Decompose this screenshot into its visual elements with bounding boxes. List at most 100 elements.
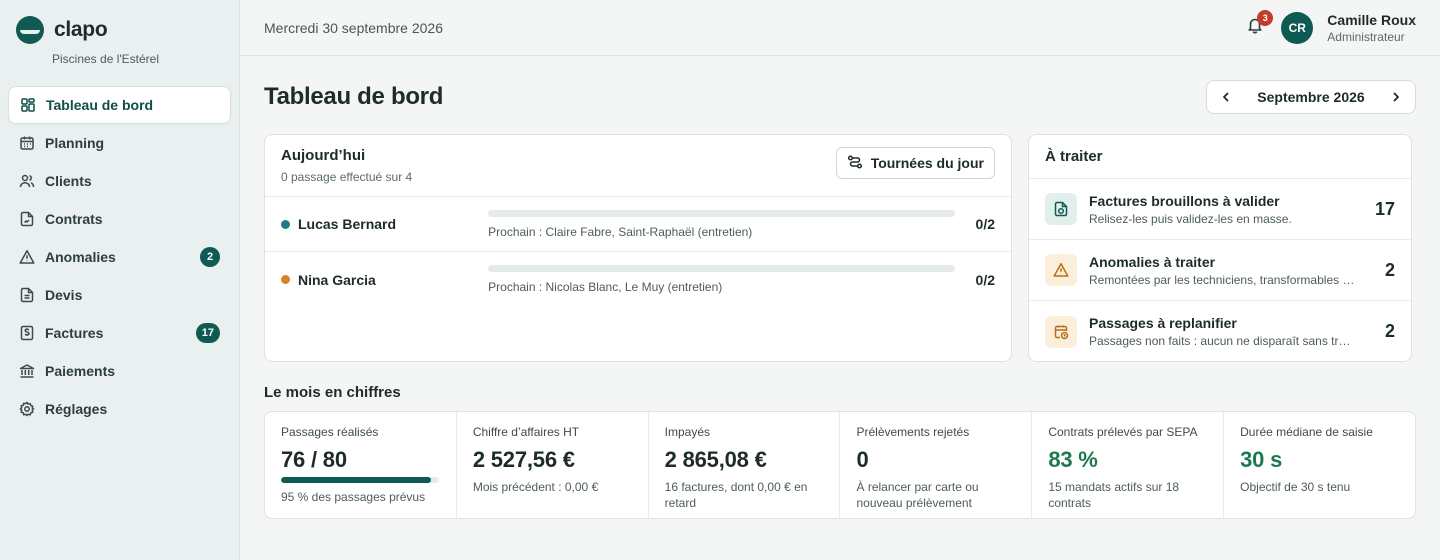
kpi-subtext: 16 factures, dont 0,00 € en retard — [664, 480, 808, 510]
sidebar-item-devis[interactable]: Devis — [8, 276, 231, 314]
notifications-button[interactable]: 3 — [1243, 9, 1274, 40]
technician-name: Nina Garcia — [298, 271, 376, 288]
anomalies-count-badge: 2 — [200, 247, 220, 267]
today-title: Aujourd’hui — [281, 147, 366, 164]
sidebar: clapo Piscines de l'Estérel Tableau de b… — [0, 0, 240, 560]
kpi-value: 0 — [856, 447, 869, 472]
todo-item-count: 2 — [1384, 321, 1395, 341]
todo-item-title: Passages à replanifier — [1089, 315, 1237, 331]
sidebar-item-paiements[interactable]: Paiements — [8, 352, 231, 390]
kpi-label: Contrats prélevés par SEPA — [1048, 425, 1198, 439]
kpi-subtext: 15 mandats actifs sur 18 contrats — [1048, 480, 1180, 510]
warning-icon — [1045, 254, 1077, 286]
next-month-button[interactable] — [1387, 88, 1405, 106]
tournees-button-label: Tournées du jour — [870, 155, 984, 171]
document-icon — [19, 287, 35, 303]
kpi-median-entry-time: Durée médiane de saisie 30 s Objectif de… — [1224, 412, 1415, 518]
sidebar-item-label: Contrats — [45, 211, 103, 227]
user-area: 3 CR Camille Roux Administrateur — [1243, 9, 1416, 44]
todo-item-description: Passages non faits : aucun ne disparaît … — [1089, 334, 1355, 348]
kpi-label: Impayés — [664, 425, 711, 439]
todo-item-count: 17 — [1374, 198, 1395, 219]
kpi-value: 30 s — [1240, 447, 1283, 472]
users-icon — [19, 173, 35, 189]
top-cards-row: Aujourd’hui 0 passage effectué sur 4 Tou… — [264, 134, 1416, 362]
sidebar-item-factures[interactable]: Factures 17 — [8, 314, 231, 352]
sidebar-item-label: Réglages — [45, 401, 108, 417]
sidebar-item-label: Tableau de bord — [46, 97, 154, 113]
brand-subtitle: Piscines de l'Estérel — [52, 52, 160, 66]
technician-row[interactable]: Lucas Bernard Prochain : Claire Fabre, S… — [265, 197, 1011, 252]
route-icon — [847, 154, 863, 173]
todo-item-anomalies[interactable]: Anomalies à traiter Remontées par les te… — [1029, 240, 1411, 301]
kpi-label: Passages réalisés — [281, 425, 379, 439]
invoice-check-icon — [1045, 193, 1077, 225]
kpi-label: Durée médiane de saisie — [1240, 425, 1373, 439]
kpi-subtext: Mois précédent : 0,00 € — [472, 480, 599, 494]
sidebar-item-contrats[interactable]: Contrats — [8, 200, 231, 238]
dashboard-content: Tableau de bord Septembre 2026 Aujourd’h… — [240, 56, 1440, 519]
todo-title: À traiter — [1045, 148, 1103, 165]
technician-name: Lucas Bernard — [298, 216, 397, 232]
avatar[interactable]: CR — [1281, 11, 1314, 44]
kpi-sepa-contracts: Contrats prélevés par SEPA 83 % 15 manda… — [1032, 412, 1225, 518]
sidebar-item-reglages[interactable]: Réglages — [8, 390, 231, 428]
gear-icon — [19, 401, 35, 417]
todo-item-description: Remontées par les techniciens, transform… — [1089, 272, 1355, 287]
technician-progress-bar — [488, 265, 956, 272]
kpi-value: 83 % — [1048, 447, 1098, 472]
kpi-value: 2 865,08 € — [664, 447, 767, 472]
kpi-value: 76 / 80 — [281, 447, 347, 472]
technician-row[interactable]: Nina Garcia Prochain : Nicolas Blanc, Le… — [265, 252, 1011, 307]
technician-color-dot — [281, 219, 290, 229]
contract-icon — [19, 211, 35, 227]
sidebar-item-planning[interactable]: Planning — [8, 124, 231, 162]
title-row: Tableau de bord Septembre 2026 — [264, 80, 1416, 114]
warning-icon — [19, 249, 35, 265]
todo-item-draft-invoices[interactable]: Factures brouillons à valider Relisez-le… — [1029, 179, 1411, 240]
month-stats-card: Passages réalisés 76 / 80 95 % des passa… — [264, 411, 1416, 519]
sidebar-item-label: Planning — [45, 135, 105, 151]
today-card: Aujourd’hui 0 passage effectué sur 4 Tou… — [264, 134, 1012, 362]
current-date: Mercredi 30 septembre 2026 — [264, 19, 443, 36]
technician-visit-count: 0/2 — [975, 271, 995, 288]
todo-card: À traiter Factures brouillons à valider … — [1028, 134, 1412, 362]
tournees-du-jour-button[interactable]: Tournées du jour — [835, 147, 995, 179]
brand-name: clapo — [54, 18, 108, 41]
todo-item-description: Relisez-les puis validez-les en masse. — [1089, 211, 1292, 226]
kpi-rejected-debits: Prélèvements rejetés 0 À relancer par ca… — [840, 412, 1033, 518]
kpi-unpaid: Impayés 2 865,08 € 16 factures, dont 0,0… — [649, 412, 841, 518]
todo-item-title: Anomalies à traiter — [1089, 253, 1216, 270]
technician-next-visit: Prochain : Nicolas Blanc, Le Muy (entret… — [488, 280, 723, 294]
factures-count-badge: 17 — [195, 323, 220, 343]
notifications-count-badge: 3 — [1257, 9, 1274, 26]
user-role: Administrateur — [1327, 29, 1405, 44]
dashboard-icon — [20, 97, 36, 113]
today-subtitle: 0 passage effectué sur 4 — [281, 170, 413, 184]
sidebar-item-clients[interactable]: Clients — [8, 162, 231, 200]
kpi-subtext: À relancer par carte ou nouveau prélèvem… — [856, 480, 979, 510]
user-name: Camille Roux — [1327, 11, 1416, 28]
page-title: Tableau de bord — [264, 83, 444, 110]
sidebar-item-anomalies[interactable]: Anomalies 2 — [8, 238, 231, 276]
sidebar-item-label: Clients — [45, 173, 92, 189]
main-area: Mercredi 30 septembre 2026 3 CR Camille … — [240, 0, 1440, 560]
kpi-revenue: Chiffre d’affaires HT 2 527,56 € Mois pr… — [457, 412, 649, 518]
todo-item-count: 2 — [1384, 259, 1395, 280]
selected-month: Septembre 2026 — [1257, 89, 1365, 105]
user-info[interactable]: Camille Roux Administrateur — [1327, 12, 1416, 44]
sidebar-item-label: Anomalies — [45, 249, 116, 265]
previous-month-button[interactable] — [1217, 88, 1235, 106]
sidebar-item-dashboard[interactable]: Tableau de bord — [8, 86, 231, 124]
sidebar-item-label: Paiements — [45, 363, 116, 379]
todo-item-title: Factures brouillons à valider — [1089, 192, 1280, 209]
todo-item-reschedule[interactable]: Passages à replanifier Passages non fait… — [1029, 301, 1411, 362]
kpi-subtext: Objectif de 30 s tenu — [1240, 480, 1351, 494]
sidebar-item-label: Factures — [45, 325, 104, 341]
month-picker: Septembre 2026 — [1206, 80, 1416, 114]
kpi-value: 2 527,56 € — [472, 447, 575, 472]
passages-progress-bar — [281, 477, 439, 483]
clapo-logo-icon — [16, 16, 44, 44]
brand[interactable]: clapo — [8, 16, 231, 44]
chevron-right-icon — [1393, 92, 1399, 102]
